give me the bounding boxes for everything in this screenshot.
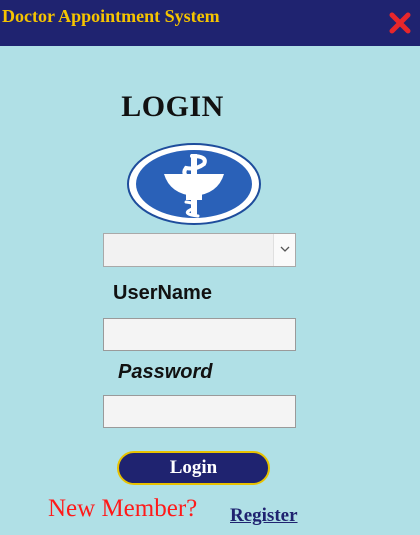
login-heading: LOGIN <box>121 90 224 123</box>
password-label: Password <box>118 361 213 383</box>
new-member-text: New Member? <box>48 495 198 522</box>
login-button[interactable]: Login <box>117 451 270 485</box>
username-input[interactable] <box>103 318 296 351</box>
register-link[interactable]: Register <box>230 505 298 527</box>
chevron-down-icon <box>280 246 290 252</box>
username-label: UserName <box>113 282 212 304</box>
password-input[interactable] <box>103 395 296 428</box>
close-icon[interactable] <box>388 11 412 35</box>
window-title: Doctor Appointment System <box>2 6 220 26</box>
dropdown-button[interactable] <box>273 234 295 266</box>
role-select[interactable] <box>103 233 296 267</box>
title-bar: Doctor Appointment System <box>0 0 420 46</box>
medical-logo-icon <box>126 142 262 226</box>
